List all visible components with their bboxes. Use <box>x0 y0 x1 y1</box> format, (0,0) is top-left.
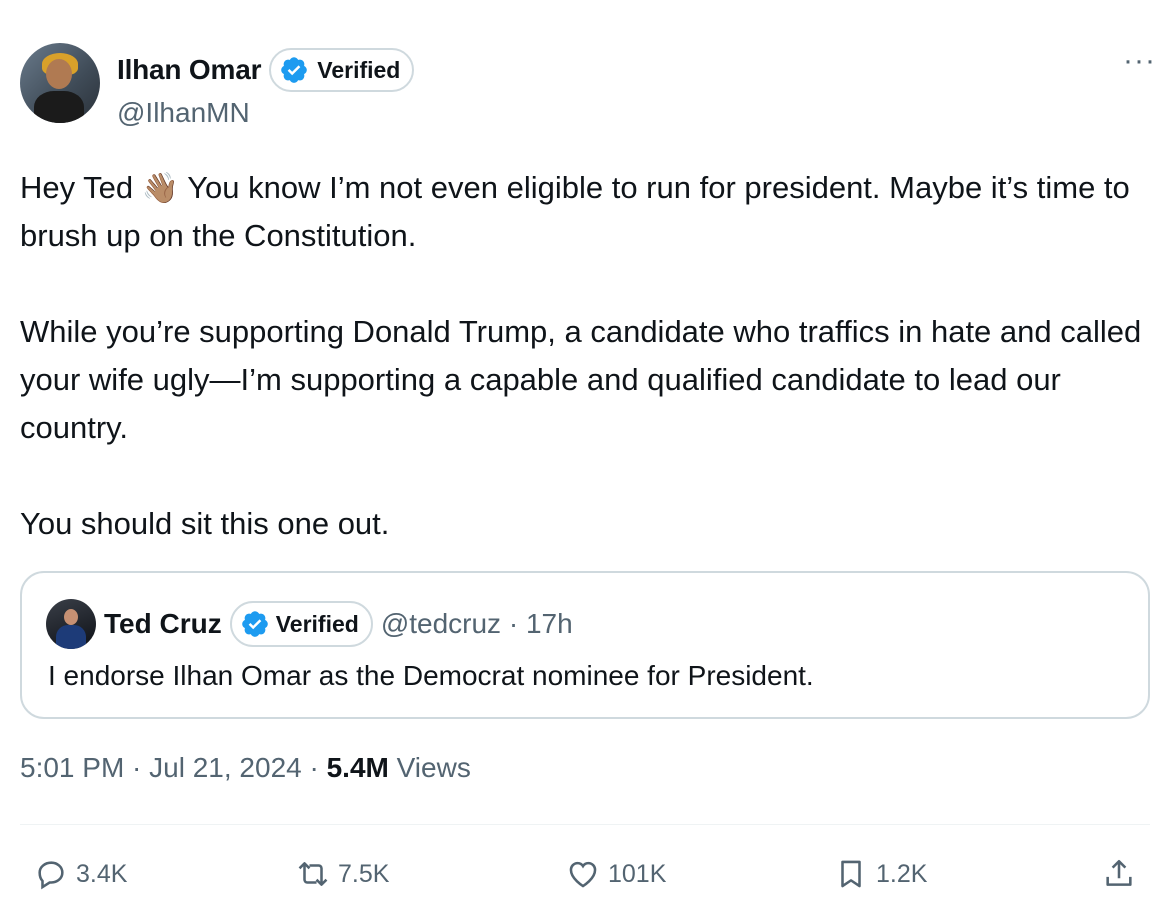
quoted-tweet-text: I endorse Ilhan Omar as the Democrat nom… <box>48 660 814 691</box>
like-button[interactable]: 101K <box>566 846 666 902</box>
tweet-timestamp: 5:01 PM · Jul 21, 2024 · 5.4M Views <box>20 752 471 784</box>
retweet-icon <box>298 862 328 886</box>
waving-hand-icon: 👋🏽 <box>141 172 180 205</box>
quoted-verified-badge[interactable]: Verified <box>229 601 373 647</box>
verified-label: Verified <box>317 56 401 83</box>
quoted-author-name[interactable]: Ted Cruz <box>104 608 222 640</box>
avatar-face <box>46 59 72 89</box>
author-avatar[interactable] <box>20 43 100 123</box>
author-name-row: Ilhan Omar Verified <box>117 45 415 95</box>
quoted-avatar-face <box>64 609 78 625</box>
tweet-header: Ilhan Omar Verified @IlhanMN ··· <box>20 43 1156 128</box>
quoted-tweet-card[interactable]: Ted Cruz Verified @tedcruz · 17h I endor… <box>20 571 1150 719</box>
bookmark-button[interactable]: 1.2K <box>834 846 927 902</box>
quoted-avatar-body <box>56 625 86 649</box>
reply-count: 3.4K <box>76 859 128 888</box>
share-icon <box>1106 859 1132 886</box>
quoted-handle-time[interactable]: @tedcruz · 17h <box>381 608 573 640</box>
tweet-body: Hey Ted 👋🏽 You know I’m not even eligibl… <box>20 164 1156 548</box>
timestamp-time[interactable]: 5:01 PM · Jul 21, 2024 · <box>20 752 327 783</box>
quoted-tweet-header: Ted Cruz Verified @tedcruz · 17h <box>46 599 573 649</box>
divider <box>20 824 1150 825</box>
like-count: 101K <box>608 859 667 888</box>
tweet-paragraph-2: While you’re supporting Donald Trump, a … <box>20 314 1142 445</box>
tweet-line1-start: Hey Ted <box>20 170 134 205</box>
tweet-paragraph-3: You should sit this one out. <box>20 506 390 541</box>
tweet-line1-rest: You know I’m not even eligible to run fo… <box>20 170 1130 253</box>
retweet-count: 7.5K <box>338 859 390 888</box>
more-options-icon[interactable]: ··· <box>1123 46 1156 76</box>
author-name[interactable]: Ilhan Omar <box>117 54 261 86</box>
reply-icon <box>38 861 64 890</box>
verified-badge[interactable]: Verified <box>269 48 415 92</box>
author-handle[interactable]: @IlhanMN <box>117 97 250 129</box>
quoted-author-avatar[interactable] <box>46 599 96 649</box>
retweet-button[interactable]: 7.5K <box>296 846 389 902</box>
verified-check-icon <box>241 611 268 637</box>
quoted-verified-label: Verified <box>275 610 359 637</box>
views-label: Views <box>388 752 471 783</box>
heart-icon <box>569 861 597 888</box>
avatar-body <box>34 91 84 123</box>
bookmark-count: 1.2K <box>876 859 928 888</box>
reply-button[interactable]: 3.4K <box>34 846 127 902</box>
bookmark-icon <box>841 860 861 888</box>
tweet-paragraph-1: Hey Ted 👋🏽 You know I’m not even eligibl… <box>20 164 1156 260</box>
share-button[interactable] <box>1102 846 1136 902</box>
tweet-actions-bar: 3.4K 7.5K 101K 1.2K <box>20 846 1150 902</box>
views-count: 5.4M <box>326 752 389 783</box>
verified-check-icon <box>281 57 308 83</box>
